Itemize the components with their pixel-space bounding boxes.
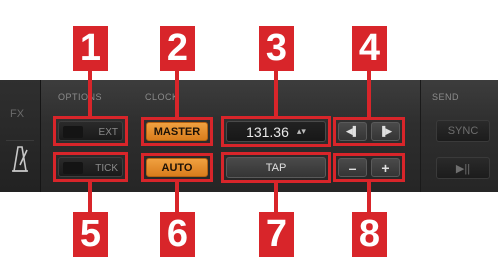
callout-number-4: 4 <box>352 26 387 71</box>
callout-number-5: 5 <box>73 212 108 257</box>
callout-box-7 <box>221 152 331 183</box>
options-section-label: OPTIONS <box>58 92 103 102</box>
callout-box-8 <box>333 153 405 182</box>
callout-connector-7 <box>274 182 278 214</box>
section-divider <box>420 80 421 192</box>
callout-number-2: 2 <box>160 26 195 71</box>
callout-box-4 <box>333 117 405 146</box>
sidebar: FX <box>0 80 41 192</box>
callout-connector-1 <box>88 71 92 117</box>
callout-number-1: 1 <box>73 26 108 71</box>
callout-box-5 <box>53 152 128 182</box>
callout-number-3: 3 <box>259 26 294 71</box>
send-play-button[interactable]: ▶|| <box>436 157 490 179</box>
callout-number-6: 6 <box>160 212 195 257</box>
callout-box-1 <box>53 116 128 146</box>
callout-number-7: 7 <box>259 212 294 257</box>
callout-connector-5 <box>88 181 92 214</box>
callout-number-8: 8 <box>352 212 387 257</box>
sync-button[interactable]: SYNC <box>436 120 490 142</box>
fx-label: FX <box>10 108 25 120</box>
callout-box-6 <box>141 153 213 182</box>
callout-box-3 <box>221 116 331 147</box>
callout-connector-3 <box>274 71 278 117</box>
callout-connector-6 <box>175 181 179 214</box>
callout-connector-2 <box>175 71 179 118</box>
send-section-label: SEND <box>432 92 460 102</box>
metronome-icon[interactable] <box>6 140 34 179</box>
clock-section-label: CLOCK <box>145 92 179 102</box>
callout-connector-8 <box>367 181 371 214</box>
callout-box-2 <box>141 117 213 146</box>
callout-connector-4 <box>367 71 371 118</box>
